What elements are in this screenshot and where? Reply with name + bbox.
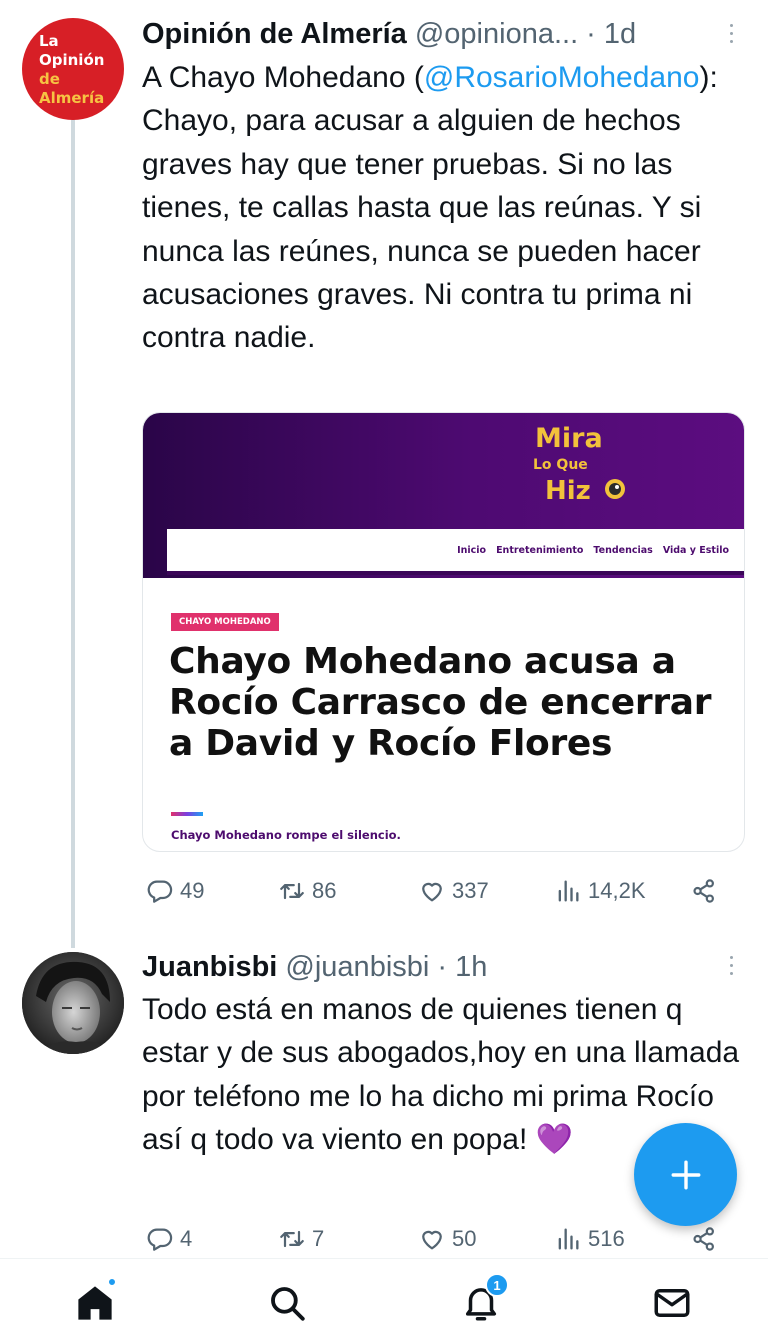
like-button[interactable]: 50 xyxy=(418,1221,476,1257)
heart-icon xyxy=(422,1230,442,1250)
views-button[interactable]: 14,2K xyxy=(554,873,646,909)
heart-icon xyxy=(422,882,442,902)
reply-icon xyxy=(147,880,173,903)
views-count: 516 xyxy=(588,1226,625,1251)
bottom-navigation-bar: 1 xyxy=(0,1258,768,1344)
like-button[interactable]: 337 xyxy=(418,873,489,909)
reply-button[interactable]: 49 xyxy=(146,873,204,909)
nav-home[interactable] xyxy=(71,1277,119,1327)
mail-icon xyxy=(654,1289,690,1317)
card-headline: Chayo Mohedano acusa a Rocío Carrasco de… xyxy=(169,641,712,764)
tweet2-handle-time: @juanbisbi · 1h xyxy=(285,951,488,983)
profile-photo xyxy=(22,952,124,1054)
retweet-icon xyxy=(280,882,304,900)
home-icon xyxy=(78,1286,112,1320)
retweet-count: 7 xyxy=(312,1226,325,1251)
share-icon xyxy=(693,879,714,903)
retweet-button[interactable]: 7 xyxy=(278,1221,324,1257)
tweet2-more-icon[interactable] xyxy=(726,956,736,975)
tweet1-header: Opinión de Almería @opiniona... · 1d xyxy=(142,16,636,52)
search-icon xyxy=(271,1287,305,1321)
tweet1-handle-time: @opiniona... · 1d xyxy=(414,18,637,50)
card-nav-divider xyxy=(167,571,744,575)
card-subtitle: Chayo Mohedano rompe el silencio. xyxy=(171,828,401,842)
svg-text:Lo Que: Lo Que xyxy=(533,457,588,473)
reply-count: 4 xyxy=(180,1226,193,1251)
tweet1-more-icon[interactable] xyxy=(726,24,736,43)
card-nav-item: Inicio xyxy=(457,544,487,556)
compose-tweet-button[interactable] xyxy=(634,1123,737,1226)
card-category-tag: CHAYO MOHEDANO xyxy=(171,613,279,631)
card-site-nav: Inicio Entretenimiento Tendencias Vida y… xyxy=(167,529,744,571)
retweet-icon xyxy=(280,1230,304,1248)
thread-connector-line xyxy=(71,118,75,948)
tweet1-display-name[interactable]: Opinión de Almería xyxy=(142,18,407,50)
like-count: 337 xyxy=(452,878,489,903)
retweet-count: 86 xyxy=(312,878,337,903)
svg-text:Hiz: Hiz xyxy=(545,476,591,506)
notifications-count-badge: 1 xyxy=(485,1273,509,1297)
home-new-dot xyxy=(107,1277,117,1287)
nav-messages[interactable] xyxy=(648,1279,696,1327)
views-button[interactable]: 516 xyxy=(554,1221,625,1257)
tweet1-actions: 49 86 337 14,2K xyxy=(142,873,742,909)
svg-text:Mira: Mira xyxy=(535,423,603,454)
like-count: 50 xyxy=(452,1226,477,1251)
retweet-button[interactable]: 86 xyxy=(278,873,336,909)
tweet2-display-name[interactable]: Juanbisbi xyxy=(142,951,277,983)
avatar-logo-text: La Opinión de Almería xyxy=(39,32,105,107)
reply-icon xyxy=(147,1228,173,1251)
views-chart-icon xyxy=(558,880,579,902)
mention-link[interactable]: @RosarioMohedano xyxy=(424,61,700,94)
avatar-juanbisbi[interactable] xyxy=(22,952,124,1054)
share-icon xyxy=(693,1227,714,1251)
views-chart-icon xyxy=(558,1228,579,1250)
share-button[interactable] xyxy=(690,1221,718,1257)
nav-search[interactable] xyxy=(263,1279,311,1327)
card-nav-item: Entretenimiento xyxy=(496,544,584,556)
link-preview-card[interactable]: Mira Lo Que Hiz Inicio Entretenimiento T… xyxy=(142,412,745,852)
mira-lo-que-hizo-logo: Mira Lo Que Hiz xyxy=(533,423,625,506)
nav-notifications[interactable]: 1 xyxy=(457,1273,509,1327)
card-nav-item: Vida y Estilo xyxy=(662,544,729,556)
card-accent-bar xyxy=(171,812,203,816)
avatar-opinion-de-almeria[interactable]: La Opinión de Almería xyxy=(22,18,124,120)
reply-button[interactable]: 4 xyxy=(146,1221,192,1257)
tweet1-text: A Chayo Mohedano (@RosarioMohedano): Cha… xyxy=(142,61,718,355)
reply-count: 49 xyxy=(180,878,205,903)
views-count: 14,2K xyxy=(588,878,646,903)
tweet2-header: Juanbisbi @juanbisbi · 1h xyxy=(142,949,487,985)
tweet2-actions: 4 7 50 516 xyxy=(142,1221,742,1257)
plus-icon xyxy=(671,1160,700,1189)
card-nav-item: Tendencias xyxy=(593,544,653,556)
share-button[interactable] xyxy=(690,873,718,909)
